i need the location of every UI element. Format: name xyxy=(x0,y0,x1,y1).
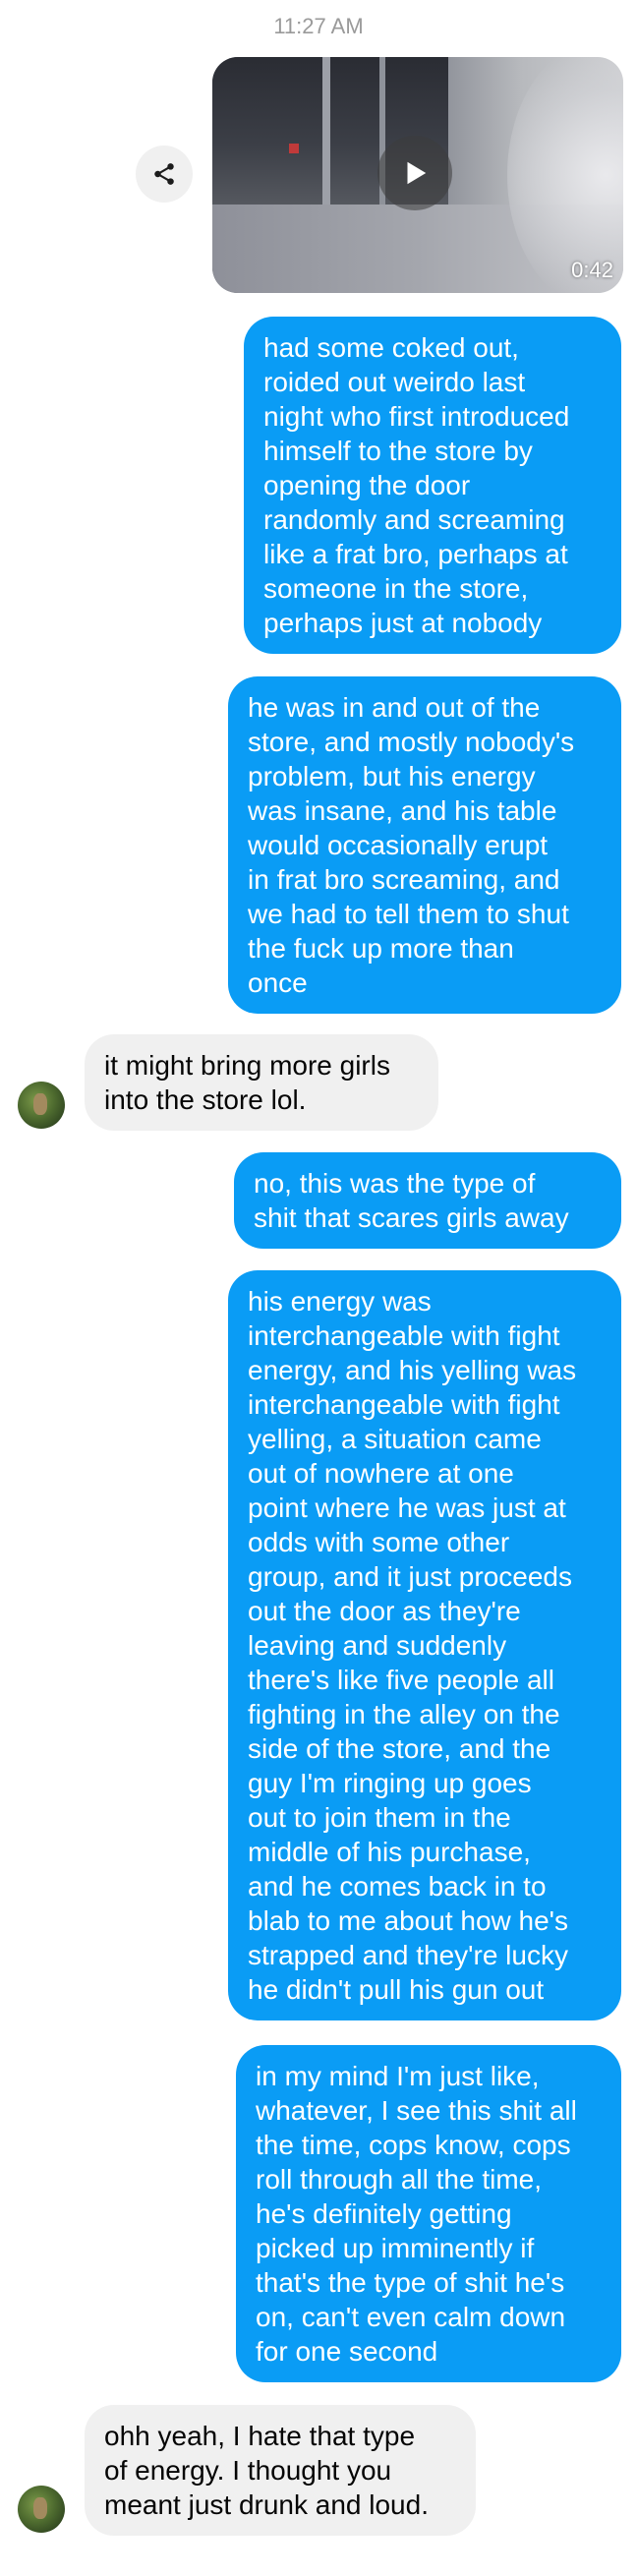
video-thumbnail-detail xyxy=(289,144,299,153)
message-bubble-incoming[interactable]: it might bring more girls into the store… xyxy=(85,1034,438,1131)
message-bubble-outgoing[interactable]: no, this was the type of shit that scare… xyxy=(234,1152,621,1249)
play-icon xyxy=(407,161,427,185)
video-attachment[interactable]: 0:42 xyxy=(212,57,623,293)
contact-avatar[interactable] xyxy=(18,1082,65,1129)
contact-avatar[interactable] xyxy=(18,2486,65,2533)
message-bubble-incoming[interactable]: ohh yeah, I hate that type of energy. I … xyxy=(85,2405,476,2536)
message-bubble-outgoing[interactable]: had some coked out, roided out weirdo la… xyxy=(244,317,621,654)
play-button[interactable] xyxy=(377,136,452,210)
message-bubble-outgoing[interactable]: in my mind I'm just like, whatever, I se… xyxy=(236,2045,621,2382)
message-bubble-outgoing[interactable]: he was in and out of the store, and most… xyxy=(228,676,621,1014)
message-timestamp: 11:27 AM xyxy=(273,14,364,38)
message-bubble-outgoing[interactable]: his energy was interchangeable with figh… xyxy=(228,1270,621,2020)
share-button[interactable] xyxy=(136,146,193,203)
video-thumbnail-detail xyxy=(322,57,330,205)
share-icon xyxy=(154,163,174,185)
video-duration: 0:42 xyxy=(571,258,613,282)
